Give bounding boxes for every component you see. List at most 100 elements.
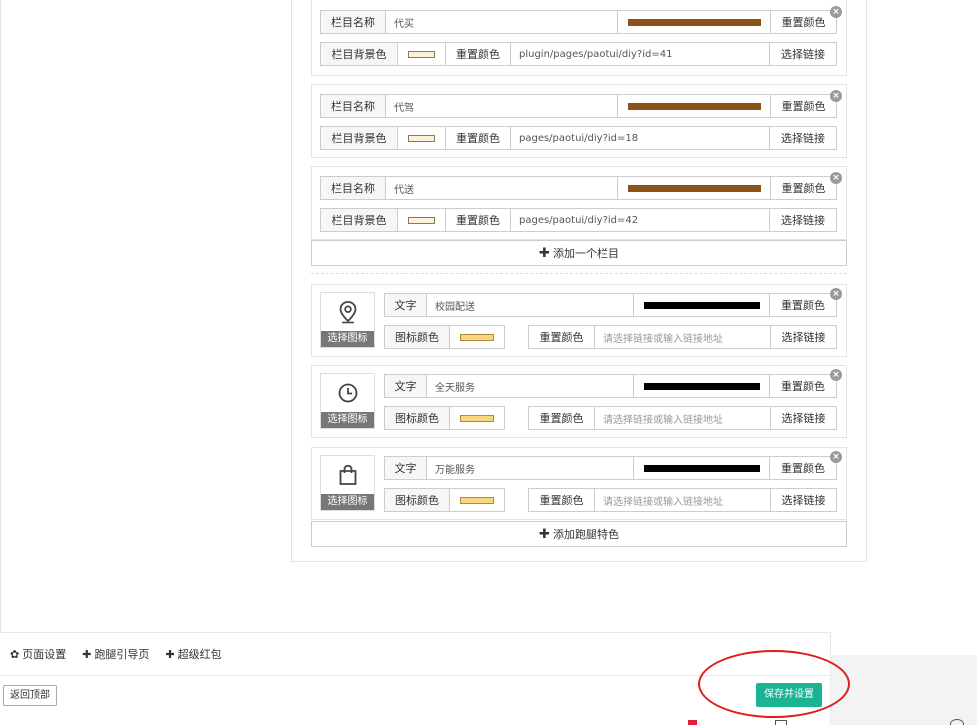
bottom-tabs: ✿ 页面设置 ✚ 跑腿引导页 ✚ 超级红包 [0,633,222,675]
feature-link-group: 重置颜色 请选择链接或输入链接地址 选择链接 [528,406,837,430]
link-input[interactable]: 请选择链接或输入链接地址 [595,407,771,429]
feature-icon-color-group: 图标颜色 [384,325,505,349]
link-input[interactable]: 请选择链接或输入链接地址 [595,326,771,348]
choose-icon-button[interactable]: 选择图标 [321,494,374,510]
choose-link-button[interactable]: 选择链接 [770,43,836,65]
reset-color-button[interactable]: 重置颜色 [529,326,595,348]
status-icon [950,719,964,725]
add-feature-label: 添加跑腿特色 [552,528,619,541]
feature-text-row: 文字 万能服务 重置颜色 [384,456,837,480]
add-feature-button[interactable]: ✚ 添加跑腿特色 [311,521,847,547]
tab-page-settings[interactable]: ✿ 页面设置 [10,646,66,662]
close-icon[interactable]: × [830,369,842,381]
close-icon[interactable]: × [830,90,842,102]
column-name-row: 栏目名称 代驾 重置颜色 [320,94,837,118]
link-input[interactable]: pages/paotui/diy?id=18 [511,127,770,149]
color-swatch [643,301,760,309]
icon-color-picker[interactable] [450,326,504,348]
reset-color-button[interactable]: 重置颜色 [770,457,836,479]
column-bg-color-label: 栏目背景色 [321,127,398,149]
plus-icon: ✚ [165,647,175,661]
add-column-button[interactable]: ✚ 添加一个栏目 [311,240,847,266]
choose-link-button[interactable]: 选择链接 [770,209,836,231]
color-swatch [643,464,760,472]
reset-color-button[interactable]: 重置颜色 [770,294,836,316]
feature-text-label: 文字 [385,375,427,397]
close-icon[interactable]: × [830,6,842,18]
plus-icon: ✚ [82,647,92,661]
reset-color-button[interactable]: 重置颜色 [770,375,836,397]
feature-text-color-picker[interactable] [634,375,770,397]
link-input[interactable]: 请选择链接或输入链接地址 [595,489,771,511]
tab-super-red-packet[interactable]: ✚ 超级红包 [165,646,221,662]
reset-color-button[interactable]: 重置颜色 [446,127,511,149]
reset-color-button[interactable]: 重置颜色 [446,209,511,231]
status-icon [688,720,697,725]
feature-text-input[interactable]: 全天服务 [427,375,634,397]
plus-icon: ✚ [539,245,550,261]
column-name-input[interactable]: 代驾 [386,95,618,117]
icon-picker[interactable]: 选择图标 [320,373,375,429]
color-swatch [408,216,435,224]
color-swatch [408,134,435,142]
close-icon[interactable]: × [830,451,842,463]
left-divider [0,0,1,640]
add-column-label: 添加一个栏目 [552,247,619,260]
annotation-circle [698,650,850,718]
feature-text-input[interactable]: 万能服务 [427,457,634,479]
column-bg-color-picker[interactable] [398,43,446,65]
reset-color-button[interactable]: 重置颜色 [771,95,836,117]
column-name-color-picker[interactable] [618,11,771,33]
icon-color-label: 图标颜色 [385,326,450,348]
icon-picker[interactable]: 选择图标 [320,455,375,511]
gear-icon: ✿ [10,647,20,661]
reset-color-button[interactable]: 重置颜色 [446,43,511,65]
tab-errand-guide[interactable]: ✚ 跑腿引导页 [82,646,149,662]
icon-picker[interactable]: 选择图标 [320,292,375,348]
icon-color-picker[interactable] [450,489,504,511]
feature-text-color-picker[interactable] [634,457,770,479]
column-bg-row: 栏目背景色 重置颜色 pages/paotui/diy?id=42 选择链接 [320,208,837,232]
reset-color-button[interactable]: 重置颜色 [771,11,836,33]
column-bg-row: 栏目背景色 重置颜色 plugin/pages/paotui/diy?id=41 选择… [320,42,837,66]
column-name-row: 栏目名称 代送 重置颜色 [320,176,837,200]
location-pin-icon [321,297,374,327]
shopping-bag-icon [321,460,374,490]
plus-icon: ✚ [539,526,550,542]
close-icon[interactable]: × [830,288,842,300]
column-bg-color-picker[interactable] [398,127,446,149]
tab-label: 页面设置 [22,648,67,661]
link-input[interactable]: plugin/pages/paotui/diy?id=41 [511,43,770,65]
column-name-input[interactable]: 代买 [386,11,618,33]
clipped-status-row [0,718,977,725]
icon-color-picker[interactable] [450,407,504,429]
choose-link-button[interactable]: 选择链接 [771,407,836,429]
feature-text-input[interactable]: 校园配送 [427,294,634,316]
reset-color-button[interactable]: 重置颜色 [771,177,836,199]
choose-link-button[interactable]: 选择链接 [771,489,836,511]
link-input[interactable]: pages/paotui/diy?id=42 [511,209,770,231]
reset-color-button[interactable]: 重置颜色 [529,489,595,511]
column-name-color-picker[interactable] [618,177,771,199]
feature-text-row: 文字 校园配送 重置颜色 [384,293,837,317]
column-name-label: 栏目名称 [321,95,386,117]
feature-text-color-picker[interactable] [634,294,770,316]
choose-icon-button[interactable]: 选择图标 [321,412,374,428]
column-name-label: 栏目名称 [321,177,386,199]
column-name-color-picker[interactable] [618,95,771,117]
feature-text-row: 文字 全天服务 重置颜色 [384,374,837,398]
section-divider [311,273,847,274]
tab-label: 跑腿引导页 [94,648,150,661]
close-icon[interactable]: × [830,172,842,184]
column-bg-color-picker[interactable] [398,209,446,231]
choose-icon-button[interactable]: 选择图标 [321,331,374,347]
feature-link-group: 重置颜色 请选择链接或输入链接地址 选择链接 [528,488,837,512]
reset-color-button[interactable]: 重置颜色 [529,407,595,429]
column-bg-color-label: 栏目背景色 [321,43,398,65]
status-icon [775,720,787,725]
column-name-input[interactable]: 代送 [386,177,618,199]
choose-link-button[interactable]: 选择链接 [771,326,836,348]
choose-link-button[interactable]: 选择链接 [770,127,836,149]
back-to-top-button[interactable]: 返回顶部 [3,685,57,706]
feature-text-label: 文字 [385,294,427,316]
